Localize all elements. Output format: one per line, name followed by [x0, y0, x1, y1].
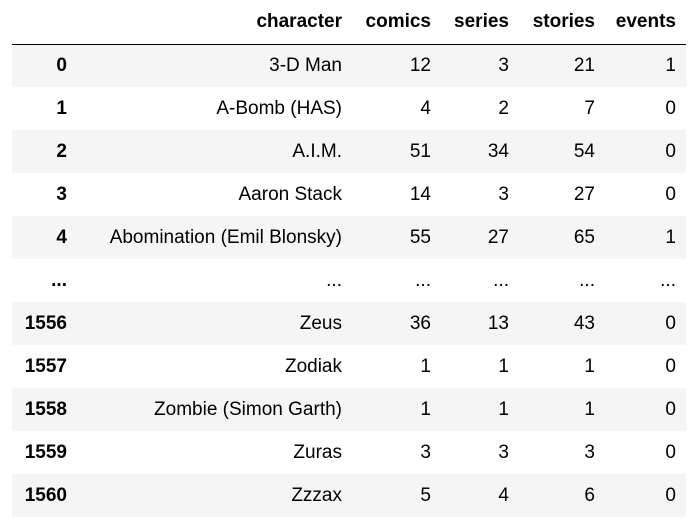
cell-series: 2 [498, 97, 509, 119]
cell-character: Zuras [293, 441, 342, 463]
cell-events: 0 [665, 355, 676, 377]
table-row: 4 Abomination (Emil Blonsky) 55 27 65 1 [12, 216, 686, 259]
cell-series: 1 [498, 398, 509, 420]
table-row: 1556 Zeus 36 13 43 0 [12, 302, 686, 345]
cell-events: 0 [665, 140, 676, 162]
table-body: 0 3-D Man 12 3 21 1 1 A-Bomb (HAS) 4 2 7… [12, 44, 686, 517]
cell-series: 13 [487, 312, 509, 334]
row-index: ... [51, 269, 67, 291]
cell-stories: 6 [584, 484, 595, 506]
row-index: 1560 [24, 484, 67, 506]
cell-series: ... [493, 269, 509, 291]
cell-comics: 51 [409, 140, 431, 162]
cell-series: 34 [487, 140, 509, 162]
cell-character: A.I.M. [292, 140, 342, 162]
cell-stories: 1 [584, 355, 595, 377]
cell-stories: 27 [573, 183, 595, 205]
table-row: 1 A-Bomb (HAS) 4 2 7 0 [12, 87, 686, 130]
row-index: 2 [56, 140, 67, 162]
table-header: character comics series stories events [12, 0, 686, 45]
cell-comics: 14 [409, 183, 431, 205]
cell-comics: 12 [409, 54, 431, 76]
cell-series: 3 [498, 441, 509, 463]
row-index: 1559 [24, 441, 67, 463]
header-row: character comics series stories events [12, 0, 686, 45]
cell-stories: 21 [573, 54, 595, 76]
dataframe-table: character comics series stories events 0… [12, 0, 686, 517]
cell-comics: 55 [409, 226, 431, 248]
row-index: 1 [56, 97, 67, 119]
cell-character: Aaron Stack [238, 183, 343, 205]
table-row: 3 Aaron Stack 14 3 27 0 [12, 173, 686, 216]
table-row: 1557 Zodiak 1 1 1 0 [12, 345, 686, 388]
cell-events: 1 [665, 226, 676, 248]
cell-character: Zodiak [284, 355, 342, 377]
cell-comics: 1 [420, 355, 431, 377]
cell-stories: 65 [573, 226, 595, 248]
column-header-series: series [441, 0, 519, 45]
dataframe-container: character comics series stories events 0… [12, 0, 686, 517]
table-row: 1559 Zuras 3 3 3 0 [12, 431, 686, 474]
cell-comics: 36 [409, 312, 431, 334]
cell-events: 0 [665, 484, 676, 506]
cell-series: 4 [498, 484, 509, 506]
index-header [12, 0, 77, 45]
table-row-ellipsis: ... ... ... ... ... ... [12, 259, 686, 302]
table-row: 2 A.I.M. 51 34 54 0 [12, 130, 686, 173]
column-header-character: character [77, 0, 352, 45]
cell-series: 3 [498, 183, 509, 205]
cell-events: 0 [665, 441, 676, 463]
cell-character: Zzzax [291, 484, 342, 506]
cell-character: 3-D Man [269, 54, 342, 76]
cell-comics: ... [415, 269, 431, 291]
cell-events: 0 [665, 97, 676, 119]
cell-events: 0 [665, 398, 676, 420]
cell-comics: 1 [420, 398, 431, 420]
row-index: 1557 [24, 355, 67, 377]
cell-character: Abomination (Emil Blonsky) [109, 226, 342, 248]
column-header-comics: comics [352, 0, 441, 45]
row-index: 4 [56, 226, 67, 248]
table-row: 1558 Zombie (Simon Garth) 1 1 1 0 [12, 388, 686, 431]
column-header-events: events [605, 0, 686, 45]
cell-stories: 43 [573, 312, 595, 334]
row-index: 0 [56, 54, 67, 76]
cell-events: 1 [665, 54, 676, 76]
cell-comics: 4 [420, 97, 431, 119]
cell-stories: 1 [584, 398, 595, 420]
row-index: 1558 [24, 398, 67, 420]
cell-stories: 7 [584, 97, 595, 119]
cell-series: 3 [498, 54, 509, 76]
cell-stories: ... [579, 269, 595, 291]
cell-events: 0 [665, 183, 676, 205]
cell-character: A-Bomb (HAS) [216, 97, 342, 119]
table-row: 0 3-D Man 12 3 21 1 [12, 44, 686, 87]
table-row: 1560 Zzzax 5 4 6 0 [12, 474, 686, 517]
cell-events: ... [660, 269, 676, 291]
cell-series: 1 [498, 355, 509, 377]
cell-character: Zombie (Simon Garth) [154, 398, 342, 420]
cell-stories: 54 [573, 140, 595, 162]
cell-events: 0 [665, 312, 676, 334]
row-index: 3 [56, 183, 67, 205]
cell-character: Zeus [299, 312, 342, 334]
cell-comics: 3 [420, 441, 431, 463]
cell-series: 27 [487, 226, 509, 248]
row-index: 1556 [24, 312, 67, 334]
column-header-stories: stories [519, 0, 605, 45]
cell-comics: 5 [420, 484, 431, 506]
cell-character: ... [326, 269, 342, 291]
cell-stories: 3 [584, 441, 595, 463]
